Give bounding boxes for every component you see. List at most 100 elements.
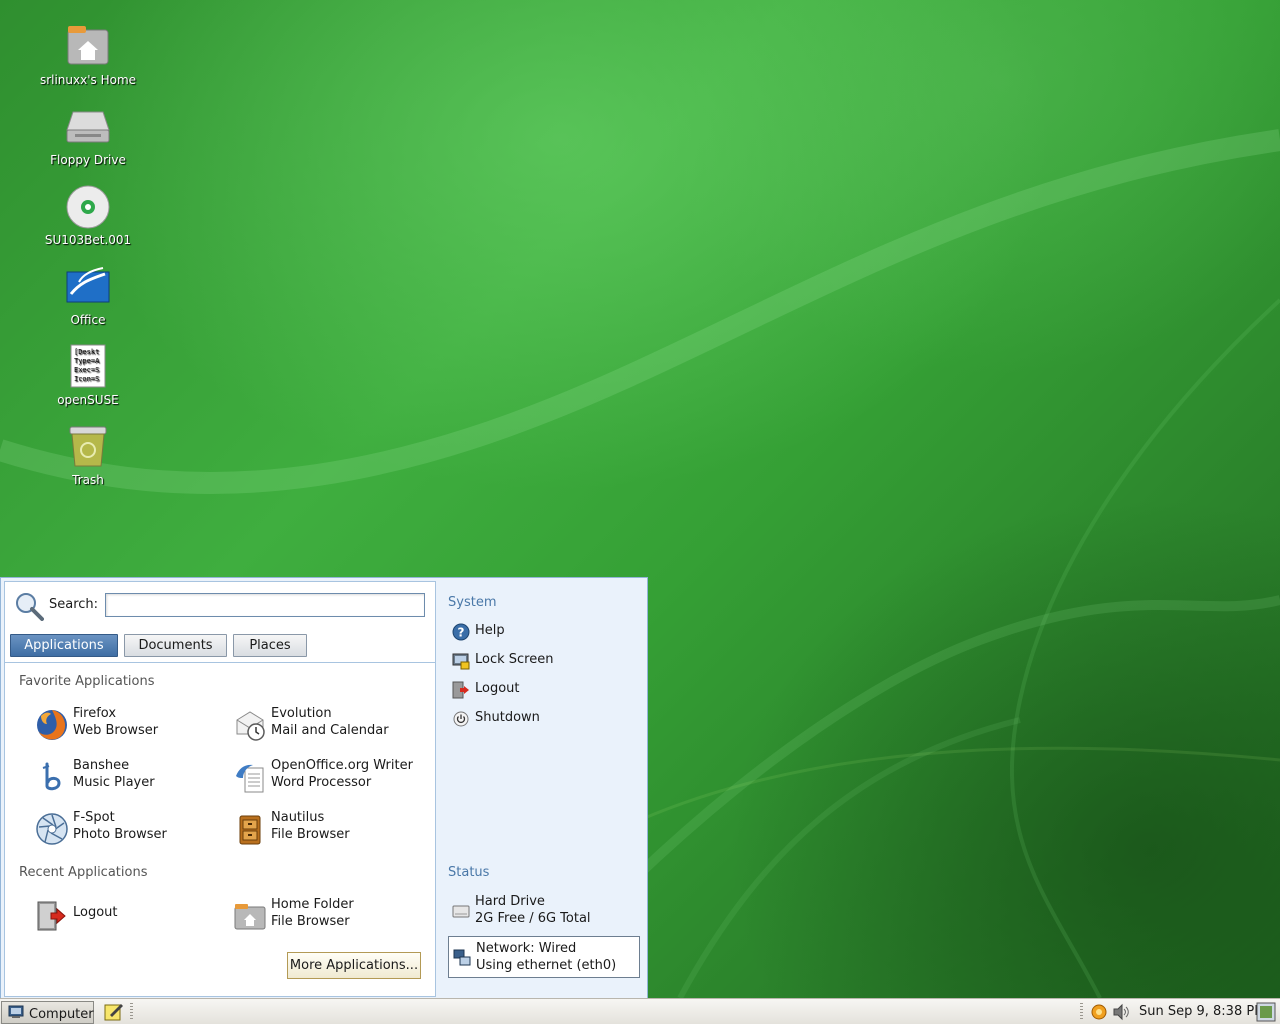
app-name: Nautilus [271,810,325,825]
show-desktop-icon[interactable] [1256,1002,1276,1022]
notes-icon[interactable] [104,1002,124,1021]
panel-grip[interactable] [130,1003,133,1021]
desktop-icon-label: Office [70,313,106,327]
office-icon [66,267,110,303]
desktop-icon-cd[interactable]: SU103Bet.001 [33,184,143,247]
banshee-icon [42,762,61,791]
system-item-help[interactable]: ? Help [452,621,632,643]
app-name: Logout [73,905,118,920]
tab-places[interactable]: Places [233,634,307,657]
desktop-icon-label: Floppy Drive [50,153,126,167]
system-item-shutdown[interactable]: Shutdown [452,708,632,730]
app-desc: Web Browser [73,723,159,738]
computer-menu-button[interactable]: Computer [1,1001,94,1024]
desktop-icon-trash[interactable]: Trash [33,424,143,487]
preview-line: [Deskt [74,348,99,356]
preview-line: Icon=S [74,375,99,383]
evolution-icon [236,711,265,741]
app-desc: Mail and Calendar [271,723,389,738]
desktop-icon-office[interactable]: Office [33,264,143,327]
app-nautilus[interactable]: Nautilus File Browser [233,809,429,849]
preview-line: Exec=S [74,366,99,374]
app-desc: Photo Browser [73,827,167,842]
app-desc: File Browser [271,827,350,842]
logout-icon [37,901,66,931]
desktop-icon-floppy[interactable]: Floppy Drive [33,104,143,167]
search-icon [16,593,44,621]
desktop-file-icon: [Deskt Type=A Exec=S Icon=S [70,344,106,388]
desktop-icon-label: Trash [72,473,104,487]
status-item-network[interactable]: Network: Wired Using ethernet (eth0) [448,936,640,978]
cd-icon [66,185,110,229]
system-item-label: Logout [475,681,520,696]
preview-line: Type=A [74,357,100,365]
desktop-icon-label: openSUSE [57,393,119,407]
nautilus-icon [239,815,261,845]
app-name: Firefox [73,706,117,721]
software-update-icon[interactable] [1090,1003,1108,1021]
floppy-drive-icon [66,111,110,143]
computer-icon [8,1005,24,1018]
status-item-hard-drive[interactable]: Hard Drive 2G Free / 6G Total [448,890,640,932]
help-icon: ? [452,623,470,641]
hard-drive-icon [452,905,470,918]
desktop-icon-label: srlinuxx's Home [39,73,137,87]
recent-title: Recent Applications [19,865,148,880]
app-writer[interactable]: OpenOffice.org Writer Word Processor [233,757,429,797]
panel-grip[interactable] [1080,1003,1083,1021]
system-item-label: Help [475,623,505,638]
system-item-label: Shutdown [475,710,540,725]
writer-icon [236,764,264,793]
desktop-icon-label: SU103Bet.001 [44,233,132,247]
tab-documents[interactable]: Documents [124,634,227,657]
recent-app-logout[interactable]: Logout [35,896,231,936]
home-folder-icon [234,904,266,930]
app-desc: Word Processor [271,775,372,790]
shutdown-icon [453,711,469,727]
tab-applications[interactable]: Applications [10,634,118,657]
app-name: F-Spot [73,810,115,825]
app-name: Evolution [271,706,332,721]
system-item-label: Lock Screen [475,652,554,667]
status-line1: Network: Wired [476,941,577,956]
logout-icon [452,681,469,699]
app-f-spot[interactable]: F-Spot Photo Browser [35,809,231,849]
status-line2: Using ethernet (eth0) [476,958,617,973]
app-name: Banshee [73,758,130,773]
search-label: Search: [49,597,99,612]
app-banshee[interactable]: Banshee Music Player [35,757,231,797]
main-menu: Search: Applications Documents Places Fa… [0,577,648,999]
network-icon [453,949,471,966]
search-input[interactable] [105,593,425,617]
menu-left-pane: Search: Applications Documents Places Fa… [4,581,436,997]
app-evolution[interactable]: Evolution Mail and Calendar [233,705,429,745]
desktop-icon-opensuse[interactable]: [Deskt Type=A Exec=S Icon=S openSUSE [33,344,143,407]
firefox-icon [37,710,67,740]
app-firefox[interactable]: Firefox Web Browser [35,705,231,745]
recent-app-home-folder[interactable]: Home Folder File Browser [233,896,429,936]
status-line1: Hard Drive [475,894,545,909]
desktop-icon-home[interactable]: srlinuxx's Home [33,24,143,87]
search-row: Search: [11,590,431,621]
more-applications-button[interactable]: More Applications... [287,952,421,979]
app-desc: File Browser [271,914,350,929]
status-title: Status [448,865,490,880]
app-desc: Music Player [73,775,155,790]
taskbar: Computer Sun Sep 9, 8:38 PM [0,998,1280,1024]
system-item-lock-screen[interactable]: Lock Screen [452,650,632,672]
clock[interactable]: Sun Sep 9, 8:38 PM [1139,1004,1265,1019]
app-name: OpenOffice.org Writer [271,758,413,773]
app-name: Home Folder [271,897,354,912]
f-spot-icon [36,813,68,845]
home-folder-icon [67,26,109,65]
tabs-divider [5,662,435,663]
favorites-title: Favorite Applications [19,674,155,689]
lock-screen-icon [452,653,470,670]
volume-icon[interactable] [1112,1003,1130,1021]
computer-label: Computer [29,1007,94,1022]
system-item-logout[interactable]: Logout [452,679,632,701]
trash-icon [69,426,107,467]
status-line2: 2G Free / 6G Total [475,911,591,926]
system-title: System [448,595,497,610]
svg-text:?: ? [458,626,465,640]
